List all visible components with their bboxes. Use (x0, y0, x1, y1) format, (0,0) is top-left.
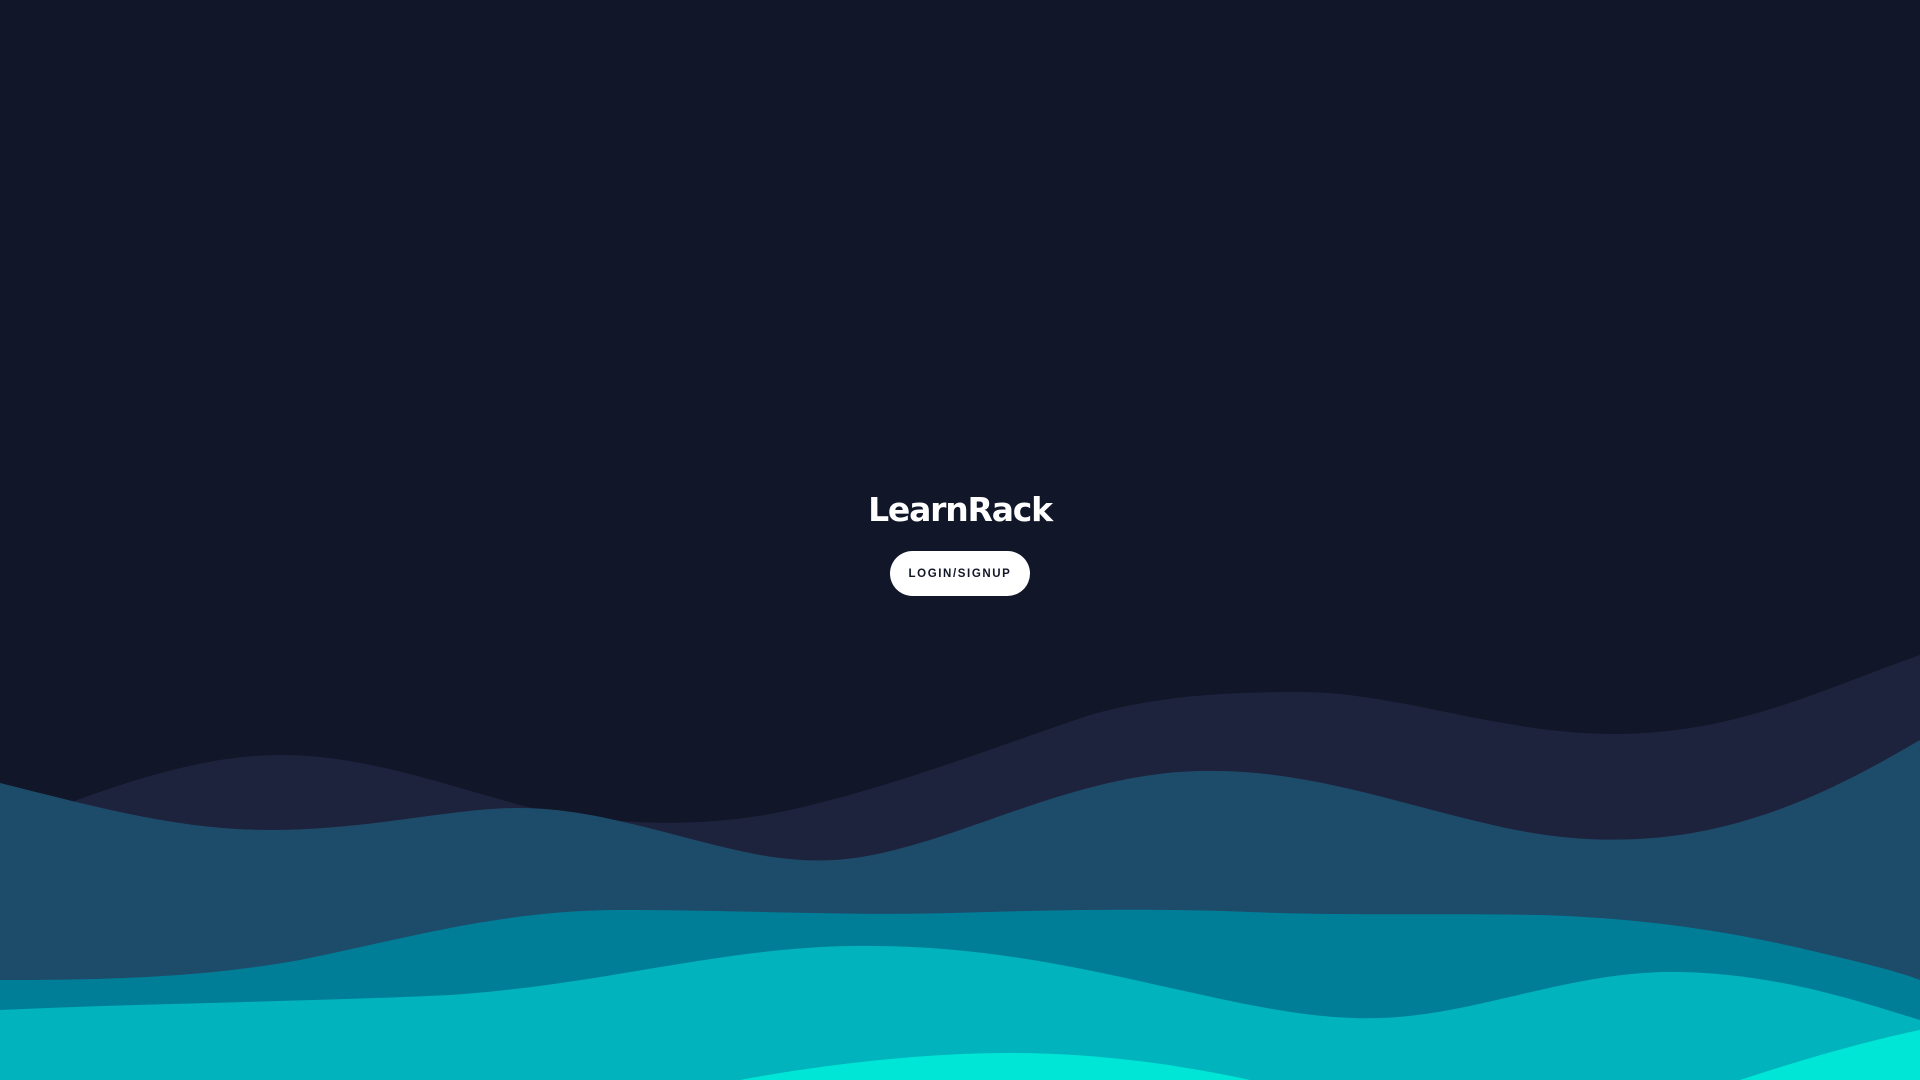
login-signup-button[interactable]: LOGIN/SIGNUP (890, 551, 1030, 596)
hero-section: LearnRack LOGIN/SIGNUP (0, 488, 1920, 596)
landing-page: LearnRack LOGIN/SIGNUP (0, 0, 1920, 1080)
brand-logo: LearnRack (868, 490, 1053, 529)
